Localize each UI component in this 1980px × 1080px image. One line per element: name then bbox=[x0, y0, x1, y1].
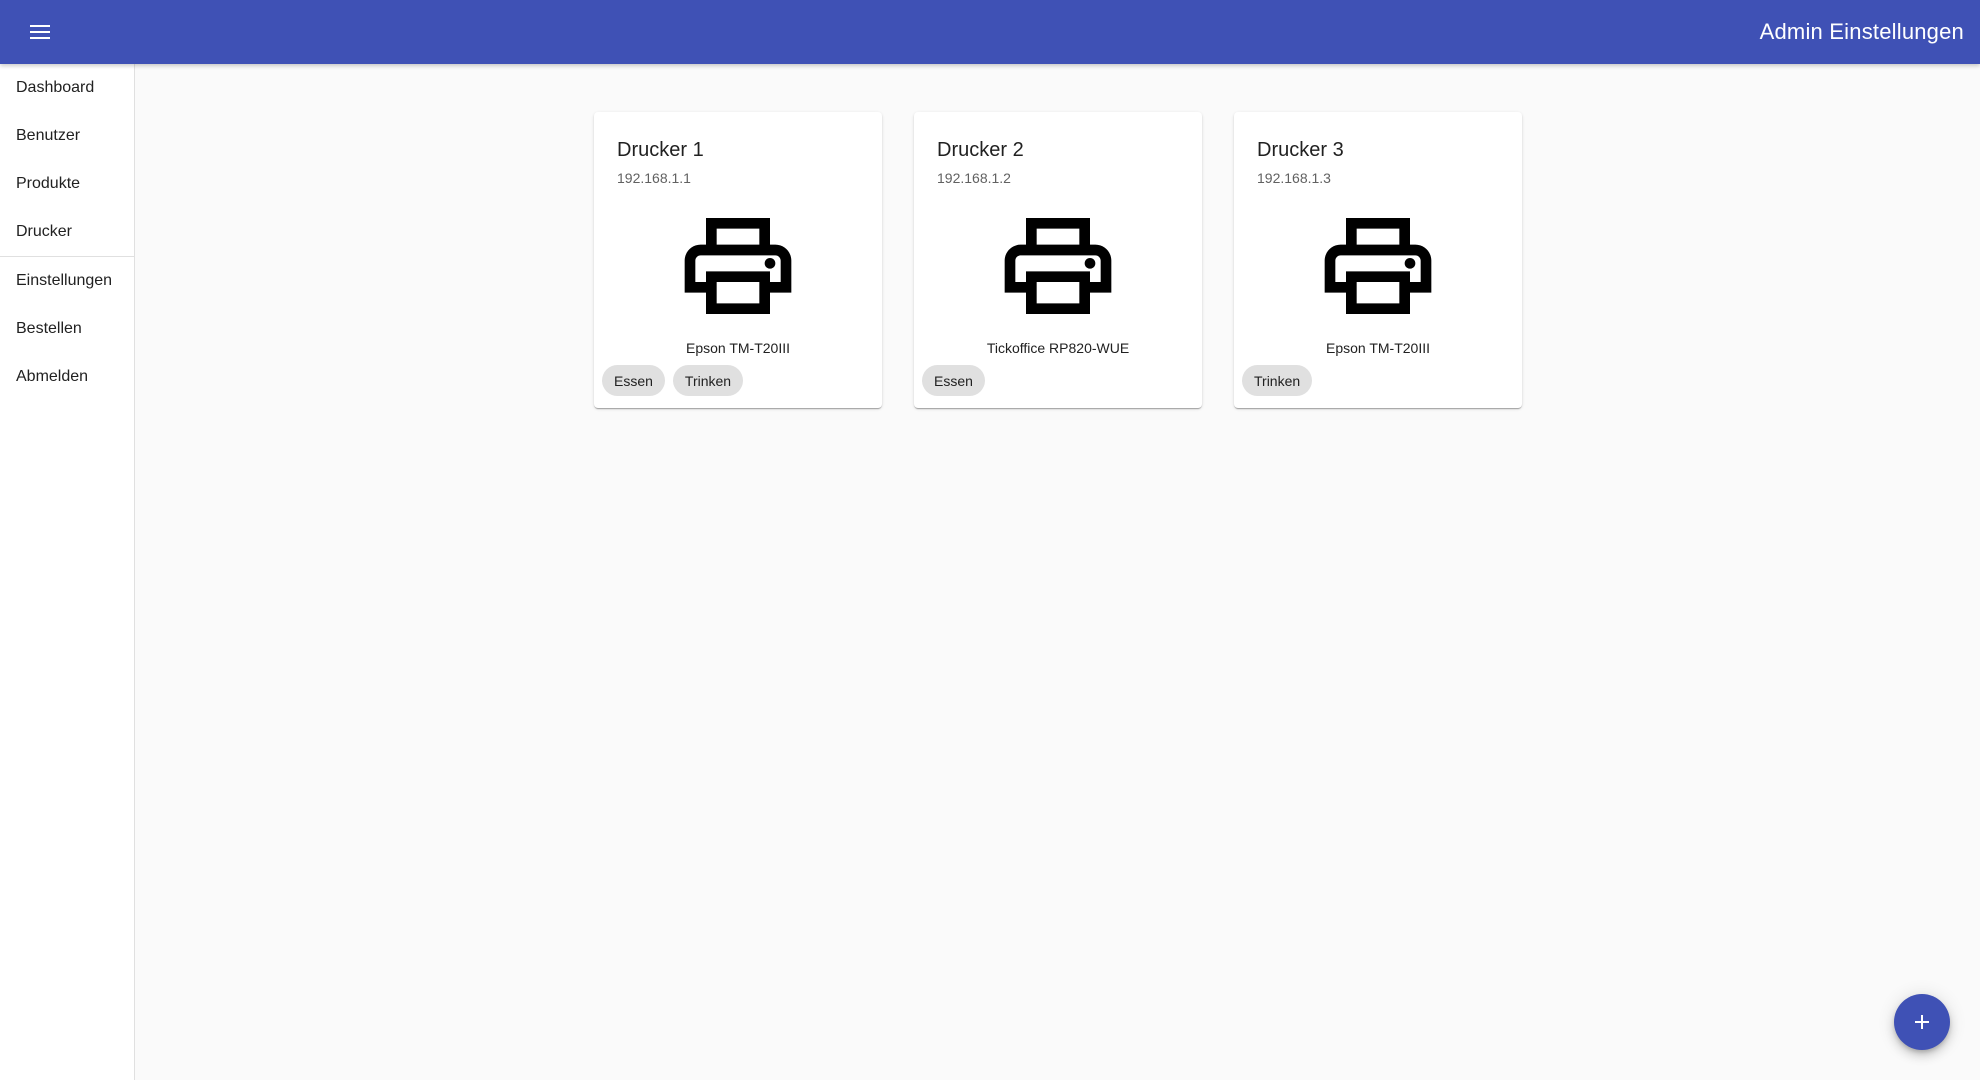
sidebar: Dashboard Benutzer Produkte Drucker Eins… bbox=[0, 64, 135, 1080]
printer-card[interactable]: Drucker 2 192.168.1.2 Tickoffice RP820-W… bbox=[914, 112, 1202, 408]
tag-chip[interactable]: Trinken bbox=[672, 365, 744, 396]
printer-ip: 192.168.1.3 bbox=[1257, 170, 1331, 186]
printer-name: Drucker 3 bbox=[1257, 139, 1344, 161]
printer-tags: Essen bbox=[922, 365, 985, 396]
menu-icon bbox=[30, 25, 50, 39]
printer-ip: 192.168.1.1 bbox=[617, 170, 691, 186]
printer-tags: Essen Trinken bbox=[602, 365, 744, 396]
sidebar-item-benutzer[interactable]: Benutzer bbox=[0, 112, 134, 160]
sidebar-item-einstellungen[interactable]: Einstellungen bbox=[0, 257, 134, 305]
top-toolbar: Admin Einstellungen bbox=[0, 0, 1980, 64]
sidebar-item-bestellen[interactable]: Bestellen bbox=[0, 305, 134, 353]
printer-icon bbox=[684, 218, 792, 314]
printer-name: Drucker 2 bbox=[937, 139, 1024, 161]
printer-model: Epson TM-T20III bbox=[1325, 340, 1430, 356]
sidebar-item-dashboard[interactable]: Dashboard bbox=[0, 64, 134, 112]
printer-icon bbox=[1004, 218, 1112, 314]
printer-card[interactable]: Drucker 3 192.168.1.3 Epson TM-T20III Tr… bbox=[1234, 112, 1522, 408]
tag-chip[interactable]: Essen bbox=[602, 365, 665, 396]
add-printer-button[interactable] bbox=[1894, 994, 1950, 1050]
printer-card[interactable]: Drucker 1 192.168.1.1 Epson TM-T20III Es… bbox=[594, 112, 882, 408]
printer-icon bbox=[1324, 218, 1432, 314]
menu-button[interactable] bbox=[24, 16, 56, 48]
tag-chip[interactable]: Trinken bbox=[1242, 365, 1313, 396]
sidebar-item-abmelden[interactable]: Abmelden bbox=[0, 353, 134, 401]
printer-name: Drucker 1 bbox=[617, 139, 704, 161]
printer-ip: 192.168.1.2 bbox=[937, 170, 1011, 186]
main-content: Drucker 1 192.168.1.1 Epson TM-T20III Es… bbox=[135, 64, 1980, 1080]
sidebar-item-drucker[interactable]: Drucker bbox=[0, 208, 134, 256]
sidebar-item-produkte[interactable]: Produkte bbox=[0, 160, 134, 208]
printer-model: Tickoffice RP820-WUE bbox=[986, 340, 1130, 356]
tag-chip[interactable]: Essen bbox=[922, 365, 985, 396]
printer-tags: Trinken bbox=[1242, 365, 1313, 396]
page-title: Admin Einstellungen bbox=[1759, 19, 1964, 44]
printer-card-list: Drucker 1 192.168.1.1 Epson TM-T20III Es… bbox=[594, 112, 1522, 408]
printer-model: Epson TM-T20III bbox=[685, 340, 790, 356]
add-icon bbox=[1915, 1015, 1929, 1029]
